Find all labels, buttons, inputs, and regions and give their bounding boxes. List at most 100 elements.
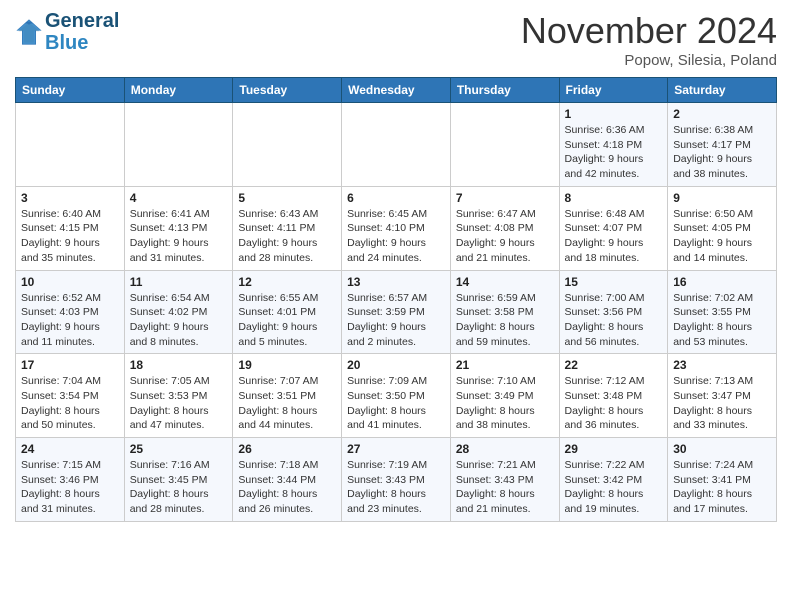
day-number: 14 <box>456 275 554 289</box>
day-info: Sunrise: 7:22 AM Sunset: 3:42 PM Dayligh… <box>565 458 663 517</box>
day-number: 26 <box>238 442 336 456</box>
day-number: 1 <box>565 107 663 121</box>
day-info: Sunrise: 7:18 AM Sunset: 3:44 PM Dayligh… <box>238 458 336 517</box>
calendar-body: 1 Sunrise: 6:36 AM Sunset: 4:18 PM Daylig… <box>16 103 777 522</box>
day-info: Sunrise: 7:02 AM Sunset: 3:55 PM Dayligh… <box>673 291 771 350</box>
header-cell-friday: Friday <box>559 78 668 103</box>
day-info: Sunrise: 6:38 AM Sunset: 4:17 PM Dayligh… <box>673 123 771 182</box>
logo-line1: General <box>45 10 119 32</box>
day-info: Sunrise: 6:36 AM Sunset: 4:18 PM Dayligh… <box>565 123 663 182</box>
calendar-cell: 16 Sunrise: 7:02 AM Sunset: 3:55 PM Dayli… <box>668 270 777 354</box>
day-info: Sunrise: 7:15 AM Sunset: 3:46 PM Dayligh… <box>21 458 119 517</box>
day-info: Sunrise: 7:04 AM Sunset: 3:54 PM Dayligh… <box>21 374 119 433</box>
day-info: Sunrise: 7:00 AM Sunset: 3:56 PM Dayligh… <box>565 291 663 350</box>
calendar-cell: 1 Sunrise: 6:36 AM Sunset: 4:18 PM Daylig… <box>559 103 668 187</box>
calendar-cell: 3Sunrise: 6:40 AM Sunset: 4:15 PM Daylig… <box>16 186 125 270</box>
day-number: 24 <box>21 442 119 456</box>
calendar-week-4: 17Sunrise: 7:04 AM Sunset: 3:54 PM Dayli… <box>16 354 777 438</box>
day-number: 19 <box>238 358 336 372</box>
day-info: Sunrise: 7:09 AM Sunset: 3:50 PM Dayligh… <box>347 374 445 433</box>
calendar-cell: 17Sunrise: 7:04 AM Sunset: 3:54 PM Dayli… <box>16 354 125 438</box>
day-info: Sunrise: 6:54 AM Sunset: 4:02 PM Dayligh… <box>130 291 228 350</box>
day-number: 9 <box>673 191 771 205</box>
calendar-header: SundayMondayTuesdayWednesdayThursdayFrid… <box>16 78 777 103</box>
day-number: 6 <box>347 191 445 205</box>
calendar-cell: 9 Sunrise: 6:50 AM Sunset: 4:05 PM Daylig… <box>668 186 777 270</box>
day-number: 21 <box>456 358 554 372</box>
calendar-cell: 11 Sunrise: 6:54 AM Sunset: 4:02 PM Dayli… <box>124 270 233 354</box>
day-number: 11 <box>130 275 228 289</box>
calendar-cell: 27 Sunrise: 7:19 AM Sunset: 3:43 PM Dayli… <box>342 438 451 522</box>
day-info: Sunrise: 6:59 AM Sunset: 3:58 PM Dayligh… <box>456 291 554 350</box>
day-info: Sunrise: 7:19 AM Sunset: 3:43 PM Dayligh… <box>347 458 445 517</box>
day-number: 13 <box>347 275 445 289</box>
header-cell-tuesday: Tuesday <box>233 78 342 103</box>
calendar-cell: 24 Sunrise: 7:15 AM Sunset: 3:46 PM Dayli… <box>16 438 125 522</box>
calendar-cell: 26 Sunrise: 7:18 AM Sunset: 3:44 PM Dayli… <box>233 438 342 522</box>
day-info: Sunrise: 7:07 AM Sunset: 3:51 PM Dayligh… <box>238 374 336 433</box>
calendar-cell: 8Sunrise: 6:48 AM Sunset: 4:07 PM Daylig… <box>559 186 668 270</box>
day-number: 15 <box>565 275 663 289</box>
day-number: 2 <box>673 107 771 121</box>
day-info: Sunrise: 6:47 AM Sunset: 4:08 PM Dayligh… <box>456 207 554 266</box>
calendar-cell: 23 Sunrise: 7:13 AM Sunset: 3:47 PM Dayli… <box>668 354 777 438</box>
day-info: Sunrise: 6:41 AM Sunset: 4:13 PM Dayligh… <box>130 207 228 266</box>
day-info: Sunrise: 6:45 AM Sunset: 4:10 PM Dayligh… <box>347 207 445 266</box>
calendar-week-1: 1 Sunrise: 6:36 AM Sunset: 4:18 PM Daylig… <box>16 103 777 187</box>
calendar-cell: 14 Sunrise: 6:59 AM Sunset: 3:58 PM Dayli… <box>450 270 559 354</box>
calendar-cell: 10 Sunrise: 6:52 AM Sunset: 4:03 PM Dayli… <box>16 270 125 354</box>
calendar-cell: 5 Sunrise: 6:43 AM Sunset: 4:11 PM Daylig… <box>233 186 342 270</box>
calendar-cell <box>342 103 451 187</box>
day-number: 30 <box>673 442 771 456</box>
day-number: 27 <box>347 442 445 456</box>
header-cell-wednesday: Wednesday <box>342 78 451 103</box>
calendar-cell: 18Sunrise: 7:05 AM Sunset: 3:53 PM Dayli… <box>124 354 233 438</box>
header: General Blue November 2024 Popow, Silesi… <box>15 10 777 69</box>
day-info: Sunrise: 7:21 AM Sunset: 3:43 PM Dayligh… <box>456 458 554 517</box>
calendar-cell: 4 Sunrise: 6:41 AM Sunset: 4:13 PM Daylig… <box>124 186 233 270</box>
calendar-cell: 20 Sunrise: 7:09 AM Sunset: 3:50 PM Dayli… <box>342 354 451 438</box>
day-number: 4 <box>130 191 228 205</box>
calendar-cell: 7Sunrise: 6:47 AM Sunset: 4:08 PM Daylig… <box>450 186 559 270</box>
day-info: Sunrise: 6:43 AM Sunset: 4:11 PM Dayligh… <box>238 207 336 266</box>
day-info: Sunrise: 7:24 AM Sunset: 3:41 PM Dayligh… <box>673 458 771 517</box>
calendar-cell <box>450 103 559 187</box>
header-cell-sunday: Sunday <box>16 78 125 103</box>
calendar-cell <box>233 103 342 187</box>
calendar-cell: 30 Sunrise: 7:24 AM Sunset: 3:41 PM Dayli… <box>668 438 777 522</box>
logo-icon <box>15 18 43 46</box>
calendar-week-2: 3Sunrise: 6:40 AM Sunset: 4:15 PM Daylig… <box>16 186 777 270</box>
day-info: Sunrise: 7:10 AM Sunset: 3:49 PM Dayligh… <box>456 374 554 433</box>
day-info: Sunrise: 6:48 AM Sunset: 4:07 PM Dayligh… <box>565 207 663 266</box>
day-number: 29 <box>565 442 663 456</box>
day-info: Sunrise: 6:52 AM Sunset: 4:03 PM Dayligh… <box>21 291 119 350</box>
day-info: Sunrise: 7:13 AM Sunset: 3:47 PM Dayligh… <box>673 374 771 433</box>
calendar-cell: 13 Sunrise: 6:57 AM Sunset: 3:59 PM Dayli… <box>342 270 451 354</box>
location: Popow, Silesia, Poland <box>521 52 777 69</box>
day-number: 28 <box>456 442 554 456</box>
calendar-cell: 6 Sunrise: 6:45 AM Sunset: 4:10 PM Daylig… <box>342 186 451 270</box>
header-row: SundayMondayTuesdayWednesdayThursdayFrid… <box>16 78 777 103</box>
calendar-cell <box>124 103 233 187</box>
calendar-cell: 2 Sunrise: 6:38 AM Sunset: 4:17 PM Daylig… <box>668 103 777 187</box>
calendar-cell: 22 Sunrise: 7:12 AM Sunset: 3:48 PM Dayli… <box>559 354 668 438</box>
calendar-cell: 25Sunrise: 7:16 AM Sunset: 3:45 PM Dayli… <box>124 438 233 522</box>
day-number: 10 <box>21 275 119 289</box>
day-info: Sunrise: 6:40 AM Sunset: 4:15 PM Dayligh… <box>21 207 119 266</box>
day-number: 12 <box>238 275 336 289</box>
calendar-cell: 21 Sunrise: 7:10 AM Sunset: 3:49 PM Dayli… <box>450 354 559 438</box>
day-number: 23 <box>673 358 771 372</box>
calendar-week-5: 24 Sunrise: 7:15 AM Sunset: 3:46 PM Dayli… <box>16 438 777 522</box>
day-number: 22 <box>565 358 663 372</box>
calendar-cell: 15 Sunrise: 7:00 AM Sunset: 3:56 PM Dayli… <box>559 270 668 354</box>
logo: General Blue <box>15 10 119 54</box>
day-info: Sunrise: 6:50 AM Sunset: 4:05 PM Dayligh… <box>673 207 771 266</box>
day-info: Sunrise: 7:16 AM Sunset: 3:45 PM Dayligh… <box>130 458 228 517</box>
day-info: Sunrise: 6:57 AM Sunset: 3:59 PM Dayligh… <box>347 291 445 350</box>
header-cell-saturday: Saturday <box>668 78 777 103</box>
day-number: 20 <box>347 358 445 372</box>
day-number: 5 <box>238 191 336 205</box>
day-info: Sunrise: 7:12 AM Sunset: 3:48 PM Dayligh… <box>565 374 663 433</box>
calendar-table: SundayMondayTuesdayWednesdayThursdayFrid… <box>15 77 777 522</box>
day-number: 16 <box>673 275 771 289</box>
